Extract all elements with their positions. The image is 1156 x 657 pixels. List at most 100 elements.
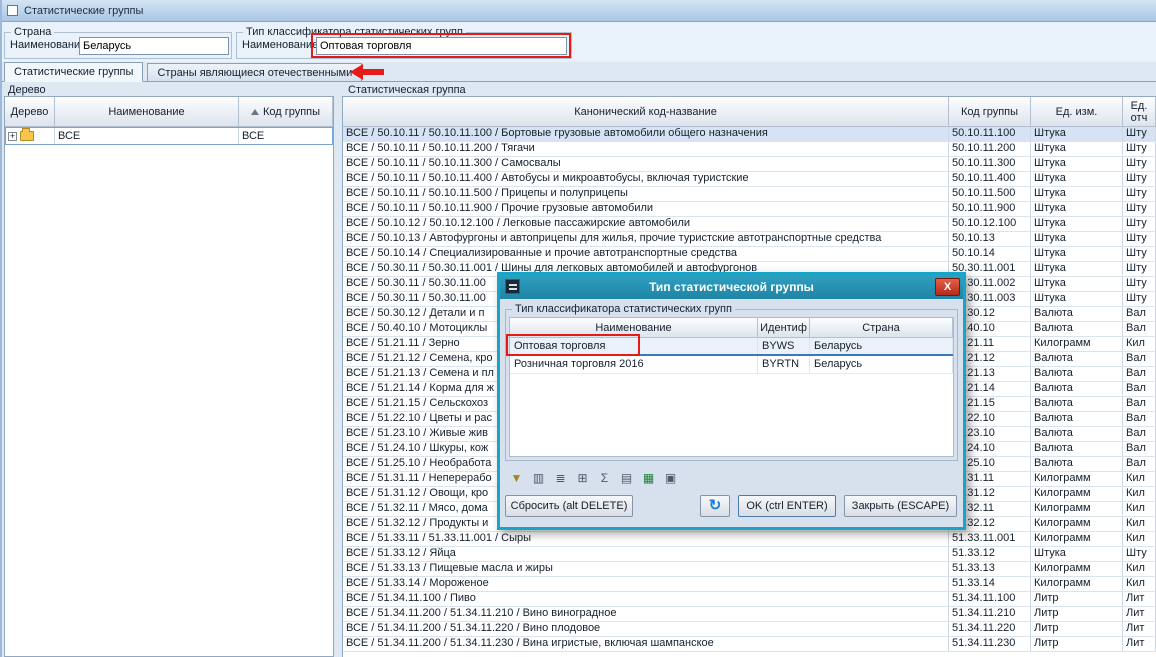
ok-button[interactable]: OK (ctrl ENTER) (738, 495, 836, 517)
cell-report-unit: Вал (1123, 382, 1156, 396)
cell-report-unit: Кил (1123, 517, 1156, 531)
cell-unit: Валюта (1031, 427, 1123, 441)
table-row[interactable]: ВСЕ / 51.34.11.200 / 51.34.11.220 / Вино… (343, 622, 1156, 637)
cell-group-code: 50.10.11.900 (949, 202, 1031, 216)
cell-unit: Штука (1031, 292, 1123, 306)
title-bar: Статистические группы (0, 0, 1156, 22)
tree-cell-name: ВСЕ (55, 127, 239, 145)
country-input[interactable] (79, 37, 229, 55)
cell-unit: Литр (1031, 607, 1123, 621)
layout-icon[interactable]: ▣ (661, 469, 680, 486)
expand-icon[interactable]: + (8, 132, 17, 141)
cell-unit: Килограмм (1031, 487, 1123, 501)
table-row[interactable]: ВСЕ / 50.10.13 / Автофургоны и автоприце… (343, 232, 1156, 247)
table-row[interactable]: ВСЕ / 51.34.11.100 / Пиво51.34.11.100Лит… (343, 592, 1156, 607)
print-icon[interactable]: ▤ (617, 469, 636, 486)
cell-canonical-name: ВСЕ / 51.33.11 / 51.33.11.001 / Сыры (343, 532, 949, 546)
tree-row[interactable]: + ВСЕ ВСЕ (5, 127, 333, 145)
country-legend: Страна (11, 26, 54, 38)
table-row[interactable]: ВСЕ / 50.10.11 / 50.10.11.300 / Самосвал… (343, 157, 1156, 172)
tree-cell-expander: + (5, 127, 55, 145)
dialog-col-header-id[interactable]: Идентиф (758, 318, 810, 338)
cell-unit: Штука (1031, 127, 1123, 141)
dialog-table-body: Оптовая торговляBYWSБеларусьРозничная то… (510, 338, 953, 374)
group-table-header: Канонический код-название Код группы Ед.… (343, 97, 1156, 127)
tree-table-header: Дерево Наименование Код группы (5, 97, 333, 127)
classifier-input[interactable] (316, 37, 567, 55)
cell-report-unit: Кил (1123, 337, 1156, 351)
cell-name: Оптовая торговля (510, 338, 758, 354)
dialog-table-row[interactable]: Оптовая торговляBYWSБеларусь (510, 338, 953, 356)
table-row[interactable]: ВСЕ / 51.33.12 / Яйца51.33.12ШтукаШту (343, 547, 1156, 562)
dialog-close-button[interactable]: X (935, 278, 960, 296)
cell-identifier: BYWS (758, 338, 810, 354)
reset-button[interactable]: Сбросить (alt DELETE) (505, 495, 633, 517)
dialog-table-row[interactable]: Розничная торговля 2016BYRTNБеларусь (510, 356, 953, 374)
classifier-groupbox: Тип классификатора статистических групп … (236, 32, 572, 59)
cell-canonical-name: ВСЕ / 51.33.13 / Пищевые масла и жиры (343, 562, 949, 576)
cell-unit: Штука (1031, 172, 1123, 186)
cell-canonical-name: ВСЕ / 50.10.11 / 50.10.11.500 / Прицепы … (343, 187, 949, 201)
filter-icon[interactable]: ▼ (507, 469, 526, 486)
tab-strip: Статистические группы Страны являющиеся … (4, 62, 363, 82)
table-row[interactable]: ВСЕ / 50.10.11 / 50.10.11.100 / Бортовые… (343, 127, 1156, 142)
excel-icon[interactable]: ▦ (639, 469, 658, 486)
tree-col-header-code[interactable]: Код группы (239, 97, 333, 127)
dialog-col-header-country[interactable]: Страна (810, 318, 953, 338)
tree-col-header-tree[interactable]: Дерево (5, 97, 55, 127)
cell-report-unit: Лит (1123, 607, 1156, 621)
table-row[interactable]: ВСЕ / 51.33.14 / Мороженое51.33.14Килогр… (343, 577, 1156, 592)
cell-unit: Валюта (1031, 307, 1123, 321)
dialog-group-legend: Тип классификатора статистических групп (512, 303, 735, 315)
table-row[interactable]: ВСЕ / 51.34.11.200 / 51.34.11.210 / Вино… (343, 607, 1156, 622)
cell-group-code: 51.33.11.001 (949, 532, 1031, 546)
cell-report-unit: Шту (1123, 547, 1156, 561)
cell-unit: Литр (1031, 622, 1123, 636)
refresh-button[interactable]: ↻ (700, 495, 730, 517)
cell-unit: Штука (1031, 547, 1123, 561)
cell-group-code: 51.33.12 (949, 547, 1031, 561)
cell-canonical-name: ВСЕ / 51.33.12 / Яйца (343, 547, 949, 561)
cell-report-unit: Лит (1123, 592, 1156, 606)
cell-report-unit: Кил (1123, 487, 1156, 501)
tab-statistical-groups[interactable]: Статистические группы (4, 62, 143, 82)
cell-canonical-name: ВСЕ / 51.34.11.200 / 51.34.11.230 / Вина… (343, 637, 949, 651)
dialog-groupbox: Тип классификатора статистических групп … (505, 309, 958, 461)
cell-unit: Валюта (1031, 397, 1123, 411)
table-row[interactable]: ВСЕ / 50.10.11 / 50.10.11.900 / Прочие г… (343, 202, 1156, 217)
col-header-canonical-code-name[interactable]: Канонический код-название (343, 97, 949, 127)
table-row[interactable]: ВСЕ / 50.10.11 / 50.10.11.200 / Тягачи50… (343, 142, 1156, 157)
cell-unit: Валюта (1031, 382, 1123, 396)
cell-canonical-name: ВСЕ / 51.34.11.200 / 51.34.11.220 / Вино… (343, 622, 949, 636)
cell-report-unit: Шту (1123, 202, 1156, 216)
cell-canonical-name: ВСЕ / 50.10.11 / 50.10.11.400 / Автобусы… (343, 172, 949, 186)
table-row[interactable]: ВСЕ / 50.10.11 / 50.10.11.500 / Прицепы … (343, 187, 1156, 202)
col-header-report-unit[interactable]: Ед. отч (1123, 97, 1156, 127)
table-row[interactable]: ВСЕ / 51.33.13 / Пищевые масла и жиры51.… (343, 562, 1156, 577)
cell-group-code: 50.10.11.200 (949, 142, 1031, 156)
tab-domestic-countries[interactable]: Страны являющиеся отечественными (147, 63, 362, 82)
cell-report-unit: Шту (1123, 247, 1156, 261)
cell-unit: Штука (1031, 187, 1123, 201)
sum-icon[interactable]: Σ (595, 469, 614, 486)
cell-report-unit: Шту (1123, 187, 1156, 201)
top-panel: Страна Наименование Тип классификатора с… (0, 22, 1156, 62)
tree-col-header-name[interactable]: Наименование (55, 97, 239, 127)
table-row[interactable]: ВСЕ / 50.10.11 / 50.10.11.400 / Автобусы… (343, 172, 1156, 187)
table-row[interactable]: ВСЕ / 51.33.11 / 51.33.11.001 / Сыры51.3… (343, 532, 1156, 547)
cell-unit: Литр (1031, 637, 1123, 651)
refresh-icon: ↻ (709, 497, 722, 514)
col-header-group-code[interactable]: Код группы (949, 97, 1031, 127)
export-icon[interactable]: ⊞ (573, 469, 592, 486)
cell-group-code: 50.10.11.400 (949, 172, 1031, 186)
dialog-col-header-name[interactable]: Наименование (510, 318, 758, 338)
columns-icon[interactable]: ▥ (529, 469, 548, 486)
numbered-list-icon[interactable]: ≣ (551, 469, 570, 486)
table-row[interactable]: ВСЕ / 50.10.14 / Специализированные и пр… (343, 247, 1156, 262)
close-button[interactable]: Закрыть (ESCAPE) (844, 495, 957, 517)
table-row[interactable]: ВСЕ / 50.10.12 / 50.10.12.100 / Легковые… (343, 217, 1156, 232)
cell-unit: Валюта (1031, 352, 1123, 366)
col-header-unit[interactable]: Ед. изм. (1031, 97, 1123, 127)
table-row[interactable]: ВСЕ / 51.34.11.200 / 51.34.11.230 / Вина… (343, 637, 1156, 652)
cell-report-unit: Кил (1123, 562, 1156, 576)
